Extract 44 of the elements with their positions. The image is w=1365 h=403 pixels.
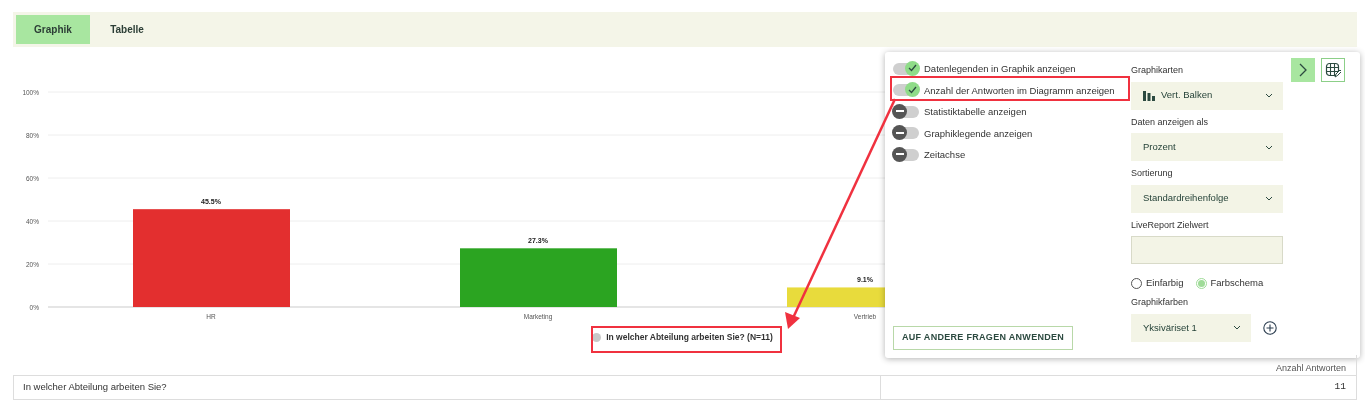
chevron-down-icon (1265, 196, 1273, 201)
toggle-label: Graphiklegende anzeigen (924, 127, 1033, 139)
column-header: Anzahl Antworten (1275, 361, 1346, 375)
toggle-label: Anzahl der Antworten im Diagramm anzeigen (924, 84, 1115, 96)
field-label: Daten anzeigen als (1131, 115, 1210, 129)
toggle-label: Statistiktabelle anzeigen (924, 106, 1027, 118)
minus-icon (895, 131, 904, 134)
chevron-down-icon (1265, 93, 1273, 98)
bar-chart-icon (1143, 90, 1155, 101)
toggle-switch[interactable] (893, 84, 919, 97)
toggle-switch[interactable] (893, 148, 919, 161)
dropdown[interactable]: Standardreihenfolge (1131, 184, 1283, 213)
dropdown[interactable]: Prozent (1131, 133, 1283, 161)
tab[interactable]: Graphik (16, 15, 90, 44)
toggle-label: Zeitachse (924, 149, 966, 161)
table-cell-text: 11 (1333, 380, 1347, 395)
check-icon (908, 64, 917, 73)
field-label: Sortierung (1131, 167, 1174, 180)
check-icon (908, 85, 917, 94)
field-label: Graphikarten (1131, 64, 1185, 77)
table-cell: In welcher Abteilung arbeiten Sie? (14, 376, 881, 399)
toggle-switch[interactable] (893, 62, 919, 75)
legend-label: In welcher Abteilung arbeiten Sie? (N=11) (606, 330, 773, 344)
toggle-label: Datenlegenden in Graphik anzeigen (924, 63, 1076, 75)
apply-button[interactable]: AUF ANDERE FRAGEN ANWENDEN (893, 326, 1074, 350)
minus-icon (895, 153, 904, 156)
chevron-down-icon (1265, 144, 1273, 150)
minus-icon (895, 110, 904, 113)
field-label: Graphikfarben (1131, 296, 1190, 310)
add-icon[interactable] (1263, 320, 1277, 335)
field-label: LiveReport Zielwert (1131, 218, 1210, 232)
tab[interactable]: Tabelle (90, 15, 164, 44)
toggle-switch[interactable] (893, 105, 919, 118)
radio-label: Einfarbig (1146, 276, 1184, 290)
chevron-right-icon (1298, 63, 1308, 77)
grid-edit-icon (1325, 62, 1341, 78)
chevron-down-icon (1233, 325, 1241, 331)
chevron-right-button[interactable] (1291, 58, 1315, 82)
input-field[interactable] (1131, 236, 1283, 264)
grid-edit-button[interactable] (1321, 58, 1345, 82)
dropdown[interactable]: Vert. Balken (1131, 81, 1283, 110)
toggle-switch[interactable] (893, 127, 919, 140)
dropdown[interactable]: Yksiväriset 1 (1131, 313, 1251, 342)
radio-label: Farbschema (1210, 276, 1264, 290)
